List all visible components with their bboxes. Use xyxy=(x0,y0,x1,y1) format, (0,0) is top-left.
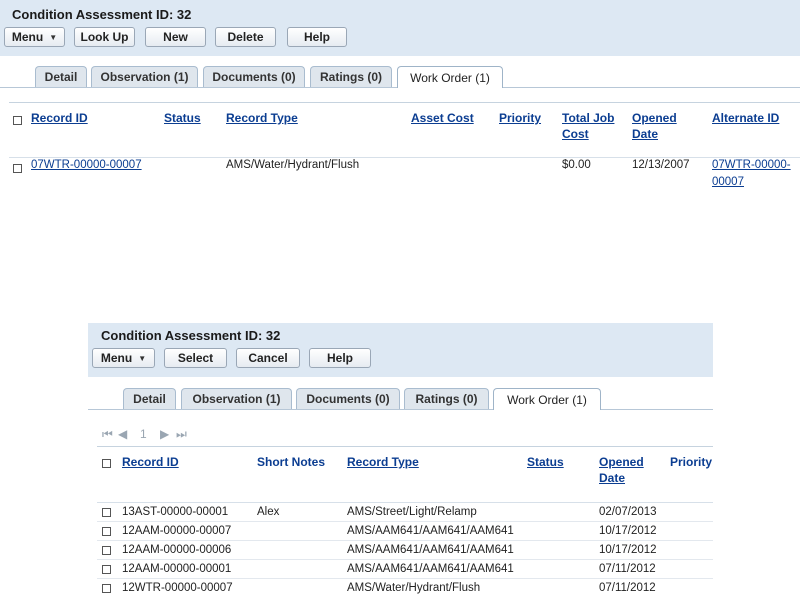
alternate-id-link-line2[interactable]: 00007 xyxy=(712,174,744,190)
opened-date-cell: 10/17/2012 xyxy=(599,544,657,556)
table-row: 12WTR-00000-00007 AMS/Water/Hydrant/Flus… xyxy=(97,579,713,598)
opened-date-cell: 07/11/2012 xyxy=(599,582,656,594)
column-header-priority: Priority xyxy=(670,455,713,469)
column-header-asset-cost[interactable]: Asset Cost xyxy=(411,110,474,126)
row-checkbox[interactable] xyxy=(102,527,111,536)
top-panel: Condition Assessment ID: 32 Menu ▼ Look … xyxy=(0,0,800,192)
new-button[interactable]: New xyxy=(145,27,206,47)
column-header-status[interactable]: Status xyxy=(164,110,201,126)
menu-button[interactable]: Menu ▼ xyxy=(92,348,155,368)
record-id-link[interactable]: 07WTR-00000-00007 xyxy=(31,157,142,173)
tab-detail[interactable]: Detail xyxy=(123,388,176,409)
total-job-cost-cell: $0.00 xyxy=(562,159,591,171)
opened-date-cell: 10/17/2012 xyxy=(599,525,657,537)
row-checkbox[interactable] xyxy=(102,508,111,517)
pagination: ⏮ ◀ 1 ▶ ⏭ xyxy=(102,427,202,443)
row-checkbox[interactable] xyxy=(102,546,111,555)
row-checkbox[interactable] xyxy=(102,565,111,574)
select-all-checkbox[interactable] xyxy=(102,459,111,468)
column-header-opened-date-line2[interactable]: Date xyxy=(599,470,625,486)
opened-date-cell: 07/11/2012 xyxy=(599,563,656,575)
tab-documents[interactable]: Documents (0) xyxy=(203,66,305,87)
column-header-record-id[interactable]: Record ID xyxy=(31,110,88,126)
menu-button[interactable]: Menu ▼ xyxy=(4,27,65,47)
row-checkbox[interactable] xyxy=(13,164,22,173)
table-row: 12AAM-00000-00007 AMS/AAM641/AAM641/AAM6… xyxy=(97,522,713,541)
bottom-tab-strip: Detail Observation (1) Documents (0) Rat… xyxy=(88,388,713,410)
record-type-cell: AMS/Water/Hydrant/Flush xyxy=(226,159,360,171)
column-header-status[interactable]: Status xyxy=(527,454,564,470)
menu-button-label: Menu xyxy=(11,30,44,44)
row-checkbox[interactable] xyxy=(102,584,111,593)
bottom-table-header: Record ID Short Notes Record Type Status… xyxy=(97,446,713,503)
select-all-checkbox[interactable] xyxy=(13,116,22,125)
top-toolbar: Condition Assessment ID: 32 Menu ▼ Look … xyxy=(0,0,800,56)
tab-documents[interactable]: Documents (0) xyxy=(296,388,400,409)
tab-ratings[interactable]: Ratings (0) xyxy=(404,388,489,409)
column-header-priority[interactable]: Priority xyxy=(499,110,541,126)
tab-underline xyxy=(88,409,713,410)
record-type-cell: AMS/AAM641/AAM641/AAM641 xyxy=(347,525,514,537)
tab-observation[interactable]: Observation (1) xyxy=(91,66,198,87)
page-title: Condition Assessment ID: 32 xyxy=(12,7,192,22)
top-tab-strip: Detail Observation (1) Documents (0) Rat… xyxy=(0,66,800,88)
tab-observation[interactable]: Observation (1) xyxy=(181,388,292,409)
table-row: 12AAM-00000-00006 AMS/AAM641/AAM641/AAM6… xyxy=(97,541,713,560)
record-type-cell: AMS/Water/Hydrant/Flush xyxy=(347,582,481,594)
opened-date-cell: 12/13/2007 xyxy=(632,159,690,171)
column-header-opened-date-line1[interactable]: Opened xyxy=(632,110,677,126)
chevron-down-icon: ▼ xyxy=(138,353,147,363)
column-header-opened-date-line2[interactable]: Date xyxy=(632,126,658,142)
record-id-cell[interactable]: 13AST-00000-00001 xyxy=(122,504,228,520)
record-type-cell: AMS/AAM641/AAM641/AAM641 xyxy=(347,563,514,575)
help-button[interactable]: Help xyxy=(309,348,371,368)
look-up-button[interactable]: Look Up xyxy=(74,27,135,47)
bottom-toolbar: Condition Assessment ID: 32 Menu ▼ Selec… xyxy=(88,323,713,377)
page-title: Condition Assessment ID: 32 xyxy=(101,328,281,343)
column-header-total-job-cost-line2[interactable]: Cost xyxy=(562,126,589,142)
column-header-record-type[interactable]: Record Type xyxy=(226,110,298,126)
record-id-cell[interactable]: 12AAM-00000-00001 xyxy=(122,561,231,577)
bottom-panel: Condition Assessment ID: 32 Menu ▼ Selec… xyxy=(88,323,713,602)
column-header-record-id[interactable]: Record ID xyxy=(122,454,179,470)
short-notes-cell: Alex xyxy=(257,506,280,518)
record-type-cell: AMS/AAM641/AAM641/AAM641 xyxy=(347,544,514,556)
table-row: 13AST-00000-00001 Alex AMS/Street/Light/… xyxy=(97,503,713,522)
table-row: 12AAM-00000-00001 AMS/AAM641/AAM641/AAM6… xyxy=(97,560,713,579)
tab-work-order[interactable]: Work Order (1) xyxy=(397,66,503,88)
alternate-id-link-line1[interactable]: 07WTR-00000- xyxy=(712,157,791,173)
table-row: 07WTR-00000-00007 AMS/Water/Hydrant/Flus… xyxy=(9,157,800,193)
page-number: 1 xyxy=(140,427,147,441)
delete-button[interactable]: Delete xyxy=(215,27,276,47)
tab-detail[interactable]: Detail xyxy=(35,66,87,87)
cancel-button[interactable]: Cancel xyxy=(236,348,300,368)
top-table-header: Record ID Status Record Type Asset Cost … xyxy=(9,102,800,158)
record-id-cell[interactable]: 12AAM-00000-00007 xyxy=(122,523,231,539)
record-id-cell[interactable]: 12WTR-00000-00007 xyxy=(122,580,233,596)
menu-button-label: Menu xyxy=(100,351,133,365)
tab-ratings[interactable]: Ratings (0) xyxy=(310,66,392,87)
first-page-icon[interactable]: ⏮ xyxy=(102,427,113,442)
column-header-short-notes: Short Notes xyxy=(257,455,326,469)
next-page-icon[interactable]: ▶ xyxy=(160,427,169,441)
last-page-icon[interactable]: ⏭ xyxy=(176,427,187,442)
column-header-alternate-id[interactable]: Alternate ID xyxy=(712,110,779,126)
column-header-opened-date-line1[interactable]: Opened xyxy=(599,454,644,470)
chevron-down-icon: ▼ xyxy=(49,32,58,42)
help-button[interactable]: Help xyxy=(287,27,347,47)
column-header-total-job-cost-line1[interactable]: Total Job xyxy=(562,110,614,126)
record-id-cell[interactable]: 12AAM-00000-00006 xyxy=(122,542,231,558)
record-type-cell: AMS/Street/Light/Relamp xyxy=(347,506,477,518)
column-header-record-type[interactable]: Record Type xyxy=(347,454,419,470)
tab-work-order[interactable]: Work Order (1) xyxy=(493,388,601,410)
opened-date-cell: 02/07/2013 xyxy=(599,506,657,518)
select-button[interactable]: Select xyxy=(164,348,227,368)
previous-page-icon[interactable]: ◀ xyxy=(118,427,127,441)
